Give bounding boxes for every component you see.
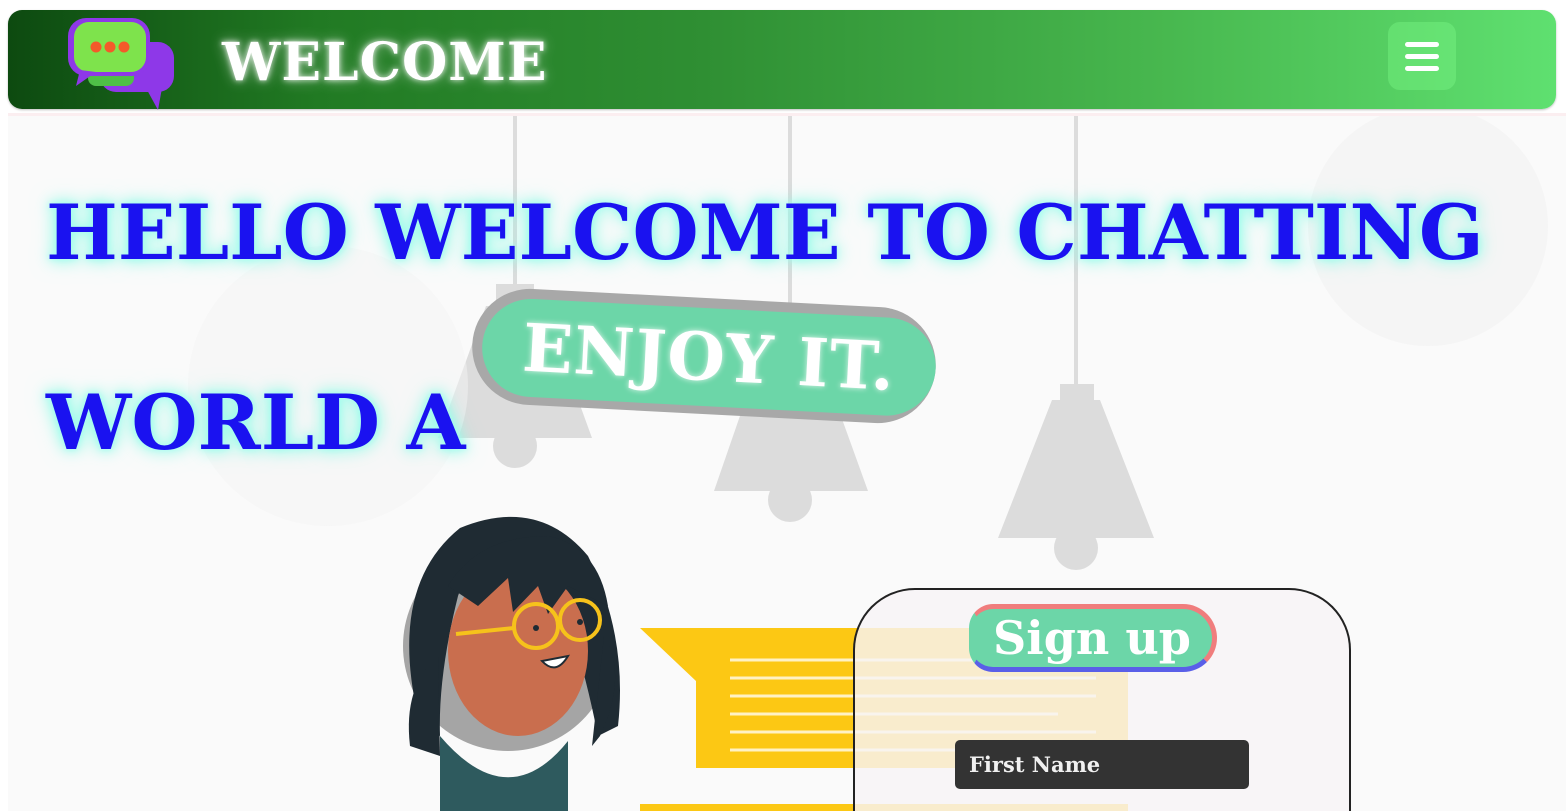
hero-headline-line2: WORLD A — [46, 378, 466, 467]
hamburger-menu-button[interactable] — [1388, 22, 1456, 90]
enjoy-badge: ENJOY IT. — [469, 285, 939, 427]
chat-bubbles-icon[interactable] — [62, 12, 186, 112]
hero-headline-line1: HELLO WELCOME TO CHATTING — [46, 188, 1484, 277]
hero-section: HELLO WELCOME TO CHATTING WORLD A ENJOY … — [8, 113, 1566, 811]
first-name-input[interactable] — [955, 740, 1249, 789]
signup-card: Sign up — [853, 588, 1351, 811]
navbar: WELCOME — [8, 10, 1556, 112]
hamburger-line-icon — [1405, 65, 1439, 71]
signup-title: Sign up — [969, 604, 1217, 672]
hamburger-line-icon — [1405, 41, 1439, 47]
signup-title-text: Sign up — [993, 611, 1191, 665]
page: WELCOME HELLO WELCOME TO CHATTING WORLD … — [0, 0, 1566, 811]
badge-text: ENJOY IT. — [520, 308, 898, 406]
hamburger-line-icon — [1405, 53, 1439, 59]
brand-title: WELCOME — [222, 32, 548, 93]
